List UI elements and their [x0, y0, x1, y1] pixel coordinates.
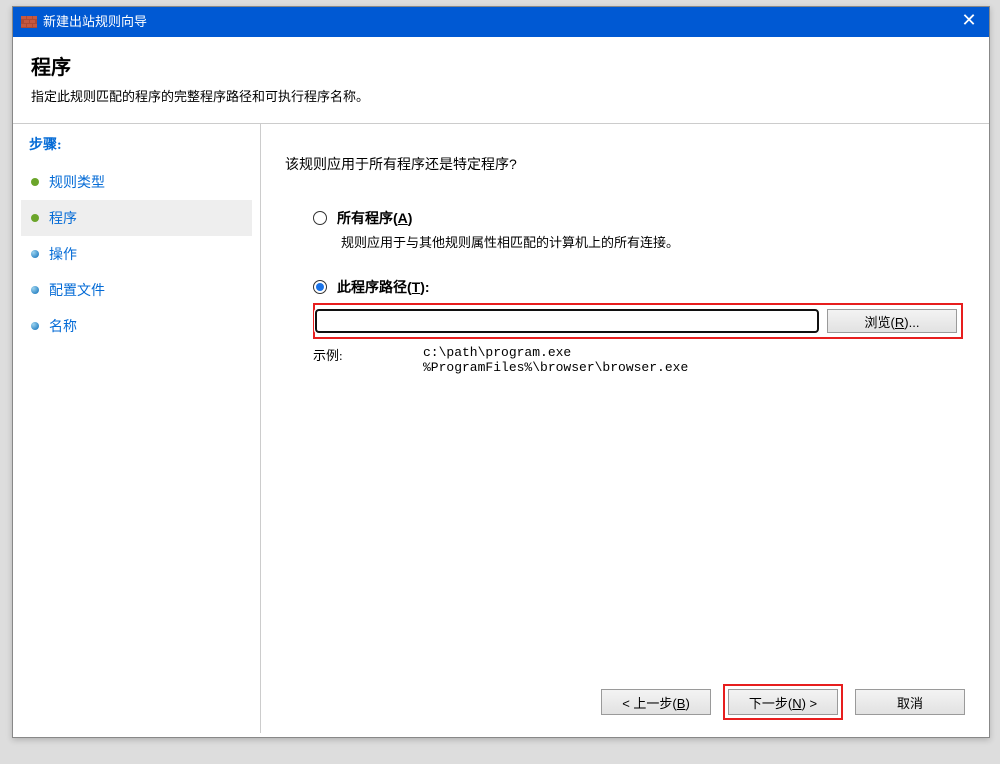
close-button[interactable]: ✕: [949, 7, 989, 37]
radio-all-programs-desc: 规则应用于与其他规则属性相匹配的计算机上的所有连接。: [341, 232, 965, 251]
steps-heading: 步骤:: [29, 134, 252, 154]
firewall-icon: [21, 14, 37, 30]
step-bullet-icon: [31, 214, 39, 222]
program-path-input[interactable]: [315, 309, 819, 333]
page-description: 指定此规则匹配的程序的完整程序路径和可执行程序名称。: [31, 86, 971, 105]
window-title: 新建出站规则向导: [43, 7, 981, 37]
example-label: 示例:: [313, 345, 423, 375]
question-text: 该规则应用于所有程序还是特定程序?: [285, 154, 965, 174]
steps-sidebar: 步骤: 规则类型 程序 操作 配置文件 名称: [13, 124, 261, 733]
wizard-body: 步骤: 规则类型 程序 操作 配置文件 名称 该规则应: [13, 124, 989, 733]
browse-button[interactable]: 浏览(R)...: [827, 309, 957, 333]
step-bullet-icon: [31, 178, 39, 186]
step-label: 配置文件: [49, 280, 105, 300]
main-panel: 该规则应用于所有程序还是特定程序? 所有程序(A) 规则应用于与其他规则属性相匹…: [261, 124, 989, 733]
step-label: 规则类型: [49, 172, 105, 192]
radio-all-programs-row[interactable]: 所有程序(A): [313, 208, 965, 228]
step-bullet-icon: [31, 322, 39, 330]
radio-this-program-label: 此程序路径(T):: [337, 277, 430, 297]
example-row: 示例: c:\path\program.exe %ProgramFiles%\b…: [313, 345, 965, 375]
back-button[interactable]: < 上一步(B): [601, 689, 711, 715]
path-row-highlight: 浏览(R)...: [313, 303, 963, 339]
radio-all-programs-label: 所有程序(A): [337, 208, 412, 228]
page-title: 程序: [31, 51, 971, 80]
step-program[interactable]: 程序: [21, 200, 252, 236]
step-profile[interactable]: 配置文件: [21, 272, 252, 308]
radio-this-program-row[interactable]: 此程序路径(T):: [313, 277, 965, 297]
cancel-button[interactable]: 取消: [855, 689, 965, 715]
wizard-buttons: < 上一步(B) 下一步(N) > 取消: [601, 687, 965, 717]
radio-this-program[interactable]: [313, 280, 327, 294]
next-button-highlight: 下一步(N) >: [723, 684, 843, 720]
path-block: 浏览(R)... 示例: c:\path\program.exe %Progra…: [313, 303, 965, 375]
step-bullet-icon: [31, 250, 39, 258]
title-bar: 新建出站规则向导 ✕: [13, 7, 989, 37]
next-button[interactable]: 下一步(N) >: [728, 689, 838, 715]
radio-all-programs[interactable]: [313, 211, 327, 225]
step-name[interactable]: 名称: [21, 308, 252, 344]
close-icon: ✕: [961, 10, 976, 30]
step-label: 程序: [49, 208, 77, 228]
wizard-header: 程序 指定此规则匹配的程序的完整程序路径和可执行程序名称。: [13, 37, 989, 124]
step-bullet-icon: [31, 286, 39, 294]
wizard-window: 新建出站规则向导 ✕ 程序 指定此规则匹配的程序的完整程序路径和可执行程序名称。…: [12, 6, 990, 738]
step-label: 操作: [49, 244, 77, 264]
step-label: 名称: [49, 316, 77, 336]
step-action[interactable]: 操作: [21, 236, 252, 272]
example-paths: c:\path\program.exe %ProgramFiles%\brows…: [423, 345, 688, 375]
step-rule-type[interactable]: 规则类型: [21, 164, 252, 200]
